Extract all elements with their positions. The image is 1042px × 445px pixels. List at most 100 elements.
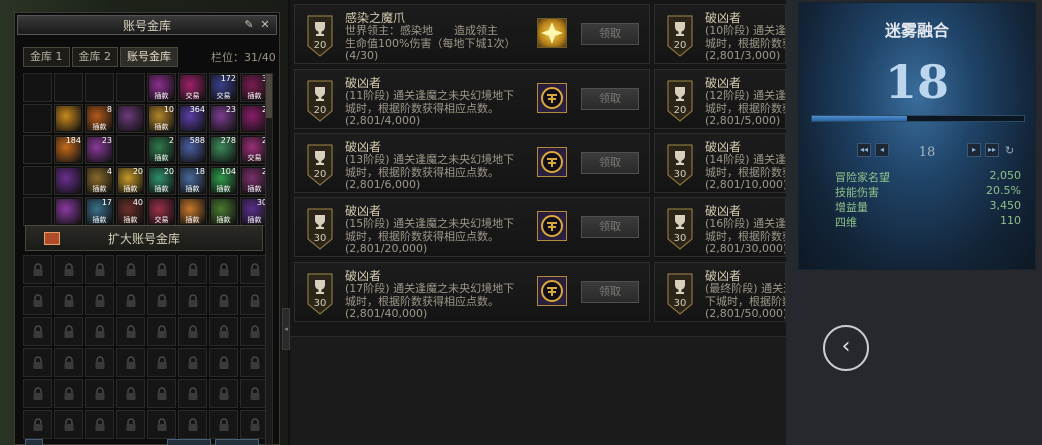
locked-slot[interactable]	[116, 286, 145, 315]
storage-title-bar[interactable]: 账号金库 ✎ ✕	[17, 15, 277, 35]
storage-slot[interactable]: 插款	[178, 197, 207, 226]
storage-slot[interactable]: 364	[178, 104, 207, 133]
claim-button[interactable]: 领取	[581, 23, 639, 45]
storage-slot[interactable]: 4 插款	[85, 166, 114, 195]
last-page-button[interactable]: ▸▸	[985, 143, 999, 157]
locked-slot[interactable]	[147, 348, 176, 377]
claim-button[interactable]: 领取	[581, 281, 639, 303]
locked-slot[interactable]	[178, 348, 207, 377]
storage-slot[interactable]	[54, 73, 83, 102]
locked-slot[interactable]	[116, 317, 145, 346]
tab-account-storage[interactable]: 账号金库	[120, 47, 178, 67]
locked-slot[interactable]	[178, 410, 207, 439]
storage-slot[interactable]: 2 插款	[147, 135, 176, 164]
reward-icon[interactable]	[537, 147, 567, 177]
locked-slot[interactable]	[23, 255, 52, 284]
locked-slot[interactable]	[209, 286, 238, 315]
storage-slot[interactable]: 8 插款	[85, 104, 114, 133]
claim-button[interactable]: 领取	[581, 88, 639, 110]
storage-slot[interactable]: 40 插款	[116, 197, 145, 226]
storage-action-button-1[interactable]	[167, 439, 211, 445]
reward-icon[interactable]	[537, 211, 567, 241]
locked-slot[interactable]	[178, 379, 207, 408]
locked-slot[interactable]	[54, 255, 83, 284]
storage-slot[interactable]	[54, 197, 83, 226]
locked-slot[interactable]	[116, 255, 145, 284]
storage-action-button-2[interactable]	[215, 439, 259, 445]
tab-storage-2[interactable]: 金库 2	[71, 47, 118, 67]
locked-slot[interactable]	[209, 317, 238, 346]
storage-slot[interactable]: 23	[209, 104, 238, 133]
storage-slot[interactable]: 交易	[178, 73, 207, 102]
locked-slot[interactable]	[85, 379, 114, 408]
locked-slot[interactable]	[147, 379, 176, 408]
locked-slot[interactable]	[147, 317, 176, 346]
locked-slot[interactable]	[147, 410, 176, 439]
reward-icon[interactable]	[537, 276, 567, 306]
locked-slot[interactable]	[54, 410, 83, 439]
reward-icon[interactable]	[537, 18, 567, 48]
storage-slot[interactable]: 184	[54, 135, 83, 164]
locked-slot[interactable]	[54, 286, 83, 315]
locked-slot[interactable]	[54, 379, 83, 408]
locked-slot[interactable]	[116, 379, 145, 408]
storage-slot[interactable]: 17 插款	[85, 197, 114, 226]
tab-storage-1[interactable]: 金库 1	[23, 47, 70, 67]
reward-icon[interactable]	[537, 83, 567, 113]
locked-slot[interactable]	[178, 317, 207, 346]
storage-scrollbar[interactable]	[265, 73, 273, 445]
scroll-thumb[interactable]	[266, 74, 272, 118]
storage-slot[interactable]: 10 插款	[147, 104, 176, 133]
locked-slot[interactable]	[85, 255, 114, 284]
storage-slot[interactable]	[54, 104, 83, 133]
locked-slot[interactable]	[116, 348, 145, 377]
locked-slot[interactable]	[209, 410, 238, 439]
storage-slot[interactable]	[23, 135, 52, 164]
locked-slot[interactable]	[23, 317, 52, 346]
storage-slot[interactable]: 104 插款	[209, 166, 238, 195]
back-button[interactable]: ‹	[823, 325, 869, 371]
locked-slot[interactable]	[147, 255, 176, 284]
locked-slot[interactable]	[85, 286, 114, 315]
locked-slot[interactable]	[54, 348, 83, 377]
storage-slot[interactable]: 插款	[147, 73, 176, 102]
locked-slot[interactable]	[209, 379, 238, 408]
locked-slot[interactable]	[116, 410, 145, 439]
locked-slot[interactable]	[178, 286, 207, 315]
storage-slot[interactable]	[54, 166, 83, 195]
storage-slot[interactable]	[23, 104, 52, 133]
claim-button[interactable]: 领取	[581, 152, 639, 174]
expand-storage-button[interactable]: 扩大账号金库	[25, 225, 263, 251]
storage-slot[interactable]	[116, 104, 145, 133]
locked-slot[interactable]	[209, 348, 238, 377]
storage-slot[interactable]: 交易	[147, 197, 176, 226]
next-page-button[interactable]: ▸	[967, 143, 981, 157]
storage-slot[interactable]	[85, 73, 114, 102]
storage-slot[interactable]	[23, 73, 52, 102]
storage-slot[interactable]	[23, 197, 52, 226]
storage-slot[interactable]: 588	[178, 135, 207, 164]
storage-slot[interactable]	[23, 166, 52, 195]
locked-slot[interactable]	[209, 255, 238, 284]
locked-slot[interactable]	[23, 348, 52, 377]
storage-slot[interactable]: 172 交易	[209, 73, 238, 102]
locked-slot[interactable]	[85, 348, 114, 377]
storage-slot[interactable]	[116, 73, 145, 102]
left-collapse-tab[interactable]: ◂	[282, 308, 290, 350]
refresh-icon[interactable]: ↻	[1005, 144, 1014, 157]
locked-slot[interactable]	[54, 317, 83, 346]
locked-slot[interactable]	[23, 410, 52, 439]
prev-page-button[interactable]: ◂	[875, 143, 889, 157]
locked-slot[interactable]	[85, 410, 114, 439]
storage-slot[interactable]: 278	[209, 135, 238, 164]
sort-button[interactable]	[25, 439, 43, 445]
storage-slot[interactable]: 20 插款	[147, 166, 176, 195]
locked-slot[interactable]	[147, 286, 176, 315]
storage-slot[interactable]: 插款	[209, 197, 238, 226]
locked-slot[interactable]	[85, 317, 114, 346]
storage-slot[interactable]: 18 插款	[178, 166, 207, 195]
storage-slot[interactable]	[116, 135, 145, 164]
close-icon[interactable]: ✕	[258, 18, 272, 32]
locked-slot[interactable]	[178, 255, 207, 284]
pin-icon[interactable]: ✎	[242, 18, 256, 32]
